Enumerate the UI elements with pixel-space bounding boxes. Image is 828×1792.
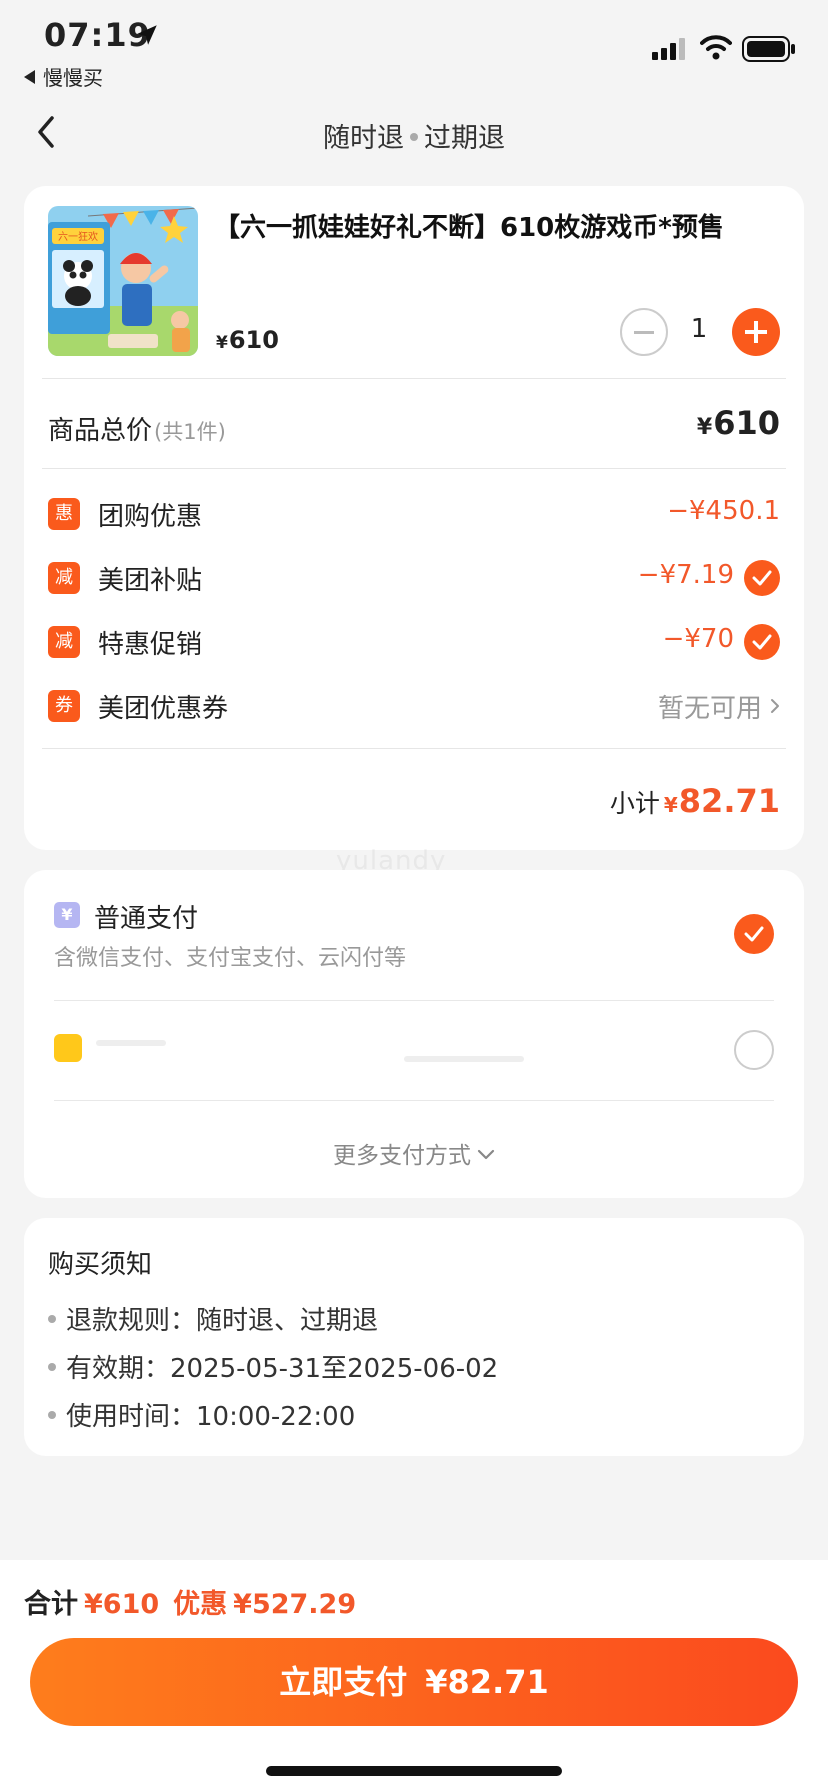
divider — [42, 468, 786, 469]
signal-icon — [652, 38, 685, 60]
notice-item: 有效期：2025-05-31至2025-06-02 — [48, 1348, 498, 1385]
back-app-label: 慢慢买 — [43, 66, 103, 90]
discount-value: −¥7.19 — [637, 560, 734, 590]
payment-yen-icon: ¥ — [54, 902, 80, 928]
more-payment-label: 更多支付方式 — [333, 1143, 471, 1169]
more-payment-methods-link[interactable]: 更多支付方式 — [24, 1136, 804, 1170]
wifi-icon — [700, 35, 732, 60]
product-thumbnail[interactable]: 六一狂欢 — [48, 206, 198, 356]
discount-row-coupon[interactable]: 券 美团优惠券 暂无可用 — [48, 686, 780, 726]
chevron-right-icon — [771, 699, 779, 713]
title-part-2: 过期退 — [424, 123, 505, 154]
notice-text: 有效期：2025-05-31至2025-06-02 — [66, 1354, 499, 1384]
check-icon[interactable] — [744, 560, 780, 596]
total-price-text: 商品总价 — [48, 416, 153, 446]
payment-alt-radio[interactable] — [734, 1030, 774, 1070]
chevron-down-icon — [477, 1149, 495, 1160]
bullet — [48, 1315, 56, 1323]
subtotal: 小计 ¥82.71 — [610, 782, 780, 820]
checkout-summary: 合计 ¥610 优惠 ¥527.29 — [24, 1582, 356, 1621]
pay-now-label: 立即支付 — [279, 1663, 408, 1701]
subtotal-value: 82.71 — [678, 782, 780, 820]
obscured-text — [96, 1040, 166, 1046]
discount-label: 特惠促销 — [98, 630, 203, 660]
back-to-app-link[interactable]: 慢慢买 — [24, 62, 103, 91]
payment-selected-check-icon[interactable] — [734, 914, 774, 954]
notice-item: 退款规则：随时退、过期退 — [48, 1300, 378, 1337]
order-summary-card: 六一狂欢 【六一抓娃娃好礼不断】610枚游戏币*预售 ¥610 1 商品总价(共… — [24, 186, 804, 850]
quantity-decrease-button[interactable] — [620, 308, 668, 356]
bullet — [48, 1363, 56, 1371]
pay-now-amount: ¥82.71 — [425, 1663, 549, 1701]
quantity-value: 1 — [690, 314, 708, 344]
bullet — [48, 1411, 56, 1419]
payment-alt-icon — [54, 1034, 82, 1062]
home-indicator[interactable] — [266, 1766, 562, 1776]
back-triangle-icon — [24, 70, 35, 84]
divider — [54, 1100, 774, 1101]
discount-value: −¥450.1 — [667, 496, 780, 526]
location-arrow-icon — [137, 25, 157, 45]
unit-price-currency: ¥ — [216, 333, 228, 353]
purchase-notice-card: 购买须知 退款规则：随时退、过期退 有效期：2025-05-31至2025-06… — [24, 1218, 804, 1456]
notice-item: 使用时间：10:00-22:00 — [48, 1396, 355, 1433]
discount-row-subsidy[interactable]: 减 美团补贴 −¥7.19 — [48, 558, 780, 598]
discount-row-group-buy: 惠 团购优惠 −¥450.1 — [48, 494, 780, 534]
unit-price-value: 610 — [228, 326, 279, 354]
divider — [54, 1000, 774, 1001]
discount-label: 团购优惠 — [98, 502, 203, 532]
divider — [42, 378, 786, 379]
payment-method-title[interactable]: 普通支付 — [94, 898, 198, 935]
title-separator-dot — [410, 133, 418, 141]
coupon-status: 暂无可用 — [657, 694, 762, 724]
quantity-increase-button[interactable] — [732, 308, 780, 356]
discount-badge: 券 — [48, 690, 80, 722]
item-count: (共1件) — [154, 420, 226, 444]
total-amount: 610 — [713, 404, 780, 442]
notice-title: 购买须知 — [48, 1250, 153, 1280]
status-bar: 07:19 慢慢买 — [0, 0, 828, 100]
discount-label: 美团优惠券 — [98, 694, 229, 724]
discount-badge: 减 — [48, 626, 80, 658]
title-part-1: 随时退 — [323, 123, 404, 154]
notice-text: 使用时间：10:00-22:00 — [66, 1402, 356, 1432]
discount-row-promo[interactable]: 减 特惠促销 −¥70 — [48, 622, 780, 662]
total-price-value: ¥610 — [697, 404, 780, 442]
notice-text: 退款规则：随时退、过期退 — [66, 1306, 379, 1336]
page-title: 随时退 过期退 — [0, 116, 828, 155]
discount-label: 美团补贴 — [98, 566, 203, 596]
subtotal-currency: ¥ — [663, 793, 678, 817]
payment-method-card: ¥ 普通支付 含微信支付、支付宝支付、云闪付等 更多支付方式 — [24, 870, 804, 1198]
obscured-text — [404, 1056, 524, 1062]
product-title: 【六一抓娃娃好礼不断】610枚游戏币*预售 — [214, 213, 724, 243]
unit-price: ¥610 — [216, 326, 279, 354]
discount-badge: 惠 — [48, 498, 80, 530]
grand-total-value: ¥610 — [84, 1589, 160, 1620]
grand-total-label: 合计 — [24, 1589, 78, 1620]
discount-badge: 减 — [48, 562, 80, 594]
payment-method-description: 含微信支付、支付宝支付、云闪付等 — [54, 946, 407, 971]
total-price-label: 商品总价(共1件) — [48, 410, 226, 447]
thumbnail-caption: 六一狂欢 — [58, 230, 98, 243]
discount-total-label: 优惠 — [173, 1589, 228, 1620]
battery-icon — [742, 36, 795, 62]
total-currency: ¥ — [696, 415, 713, 440]
discount-total-value: ¥527.29 — [233, 1589, 357, 1620]
subtotal-amount: ¥82.71 — [664, 782, 780, 820]
subtotal-label: 小计 — [609, 789, 660, 818]
pay-now-button[interactable]: 立即支付 ¥82.71 — [30, 1638, 798, 1726]
check-icon[interactable] — [744, 624, 780, 660]
discount-value: −¥70 — [662, 624, 734, 654]
checkout-bar: 合计 ¥610 优惠 ¥527.29 立即支付 ¥82.71 — [0, 1560, 828, 1792]
divider — [42, 748, 786, 749]
